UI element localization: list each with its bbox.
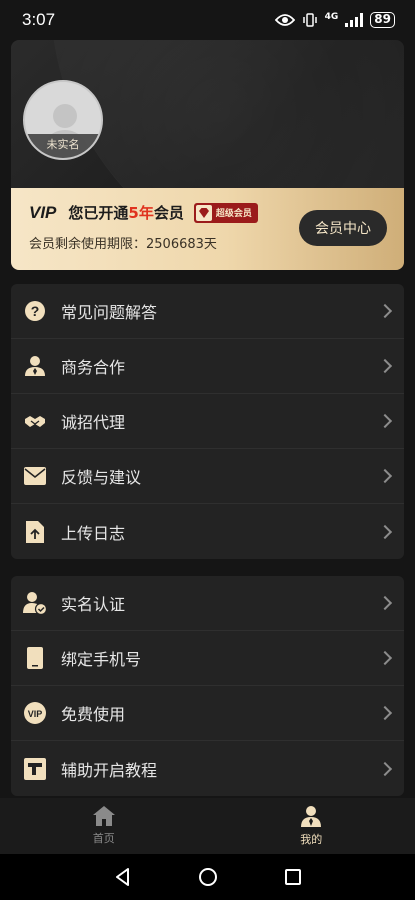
super-member-label: 超级会员	[215, 209, 252, 219]
menu-group-support: ? 常见问题解答 商务合作 诚招代理 反馈与建议 上传日志	[11, 284, 404, 559]
menu-label: 绑定手机号	[61, 650, 142, 669]
handshake-icon	[23, 409, 47, 433]
vip-logo: VIP	[29, 202, 57, 222]
status-icons: 4G 89	[274, 12, 395, 28]
chevron-right-icon	[377, 595, 393, 611]
vibrate-icon	[302, 13, 317, 27]
tab-profile-label: 我的	[300, 833, 323, 846]
menu-label: 诚招代理	[61, 413, 126, 432]
menu-item-agent[interactable]: 诚招代理	[11, 394, 404, 449]
status-bar: 3:07 4G 89	[0, 0, 415, 40]
tab-profile[interactable]: 我的	[208, 798, 415, 854]
back-icon[interactable]	[113, 867, 133, 887]
system-nav-bar	[0, 854, 415, 900]
diamond-icon	[195, 204, 212, 221]
status-time: 3:07	[22, 10, 56, 29]
home-circle-icon[interactable]	[198, 867, 218, 887]
home-icon	[92, 806, 115, 826]
phone-icon	[23, 646, 47, 670]
avatar-status-label: 未实名	[25, 134, 101, 158]
menu-item-faq[interactable]: ? 常见问题解答	[11, 284, 404, 339]
vip-prefix: 您已开通	[68, 204, 129, 222]
tutorial-icon	[23, 757, 47, 781]
eye-icon	[274, 14, 295, 26]
person-icon	[23, 354, 47, 378]
vip-status-bar: VIP 您已开通 5年 会员 超级会员 会员剩余使用期限：2506683天 会员…	[11, 188, 404, 270]
menu-label: 常见问题解答	[61, 303, 158, 322]
menu-label: 上传日志	[61, 523, 126, 543]
menu-item-feedback[interactable]: 反馈与建议	[11, 449, 404, 504]
menu-label: 反馈与建议	[61, 468, 142, 487]
question-icon: ?	[23, 299, 47, 323]
mail-icon	[23, 464, 47, 488]
menu-item-real-name[interactable]: 实名认证	[11, 576, 404, 631]
chevron-right-icon	[377, 705, 393, 721]
chevron-right-icon	[377, 468, 393, 484]
avatar-head	[53, 104, 77, 128]
menu-label: 辅助开启教程	[61, 760, 158, 780]
menu-label: 实名认证	[61, 595, 126, 614]
chevron-right-icon	[377, 524, 393, 539]
chevron-right-icon	[377, 358, 393, 374]
menu-item-tutorial[interactable]: 辅助开启教程	[11, 741, 404, 796]
vip-suffix: 会员	[153, 204, 184, 222]
tab-home[interactable]: 首页	[0, 798, 208, 854]
member-center-button[interactable]: 会员中心	[299, 210, 387, 246]
avatar[interactable]: 未实名	[23, 80, 103, 160]
profile-card: 未实名 VIP 您已开通 5年 会员 超级会员 会员剩余使用期限：2506683…	[11, 40, 404, 270]
signal-icon	[345, 13, 364, 27]
upload-file-icon	[23, 520, 47, 544]
network-type: 4G	[324, 12, 339, 22]
chevron-right-icon	[377, 761, 393, 776]
vip-icon: VIP	[23, 701, 47, 725]
menu-item-bind-phone[interactable]: 绑定手机号	[11, 631, 404, 686]
chevron-right-icon	[377, 413, 393, 429]
menu-label: 免费使用	[61, 705, 126, 724]
profile-icon	[301, 806, 322, 827]
menu-label: 商务合作	[61, 358, 126, 377]
recents-icon[interactable]	[284, 868, 302, 886]
chevron-right-icon	[377, 650, 393, 666]
menu-item-free-use[interactable]: VIP 免费使用	[11, 686, 404, 741]
menu-item-business[interactable]: 商务合作	[11, 339, 404, 394]
super-member-badge: 超级会员	[193, 202, 258, 223]
verified-user-icon	[23, 591, 47, 615]
membership-expiry: 会员剩余使用期限：2506683天	[29, 237, 217, 252]
menu-group-account: 实名认证 绑定手机号 VIP 免费使用 辅助开启教程	[11, 576, 404, 796]
vip-status-line: VIP 您已开通 5年 会员 超级会员	[29, 202, 258, 223]
menu-item-upload-log[interactable]: 上传日志	[11, 504, 404, 559]
chevron-right-icon	[377, 303, 393, 319]
battery-indicator: 89	[370, 12, 395, 28]
tab-home-label: 首页	[92, 832, 115, 845]
svg-text:VIP: VIP	[28, 709, 43, 719]
vip-years: 5年	[128, 204, 154, 222]
svg-text:?: ?	[31, 303, 40, 319]
bottom-tab-bar: 首页 我的	[0, 798, 415, 854]
